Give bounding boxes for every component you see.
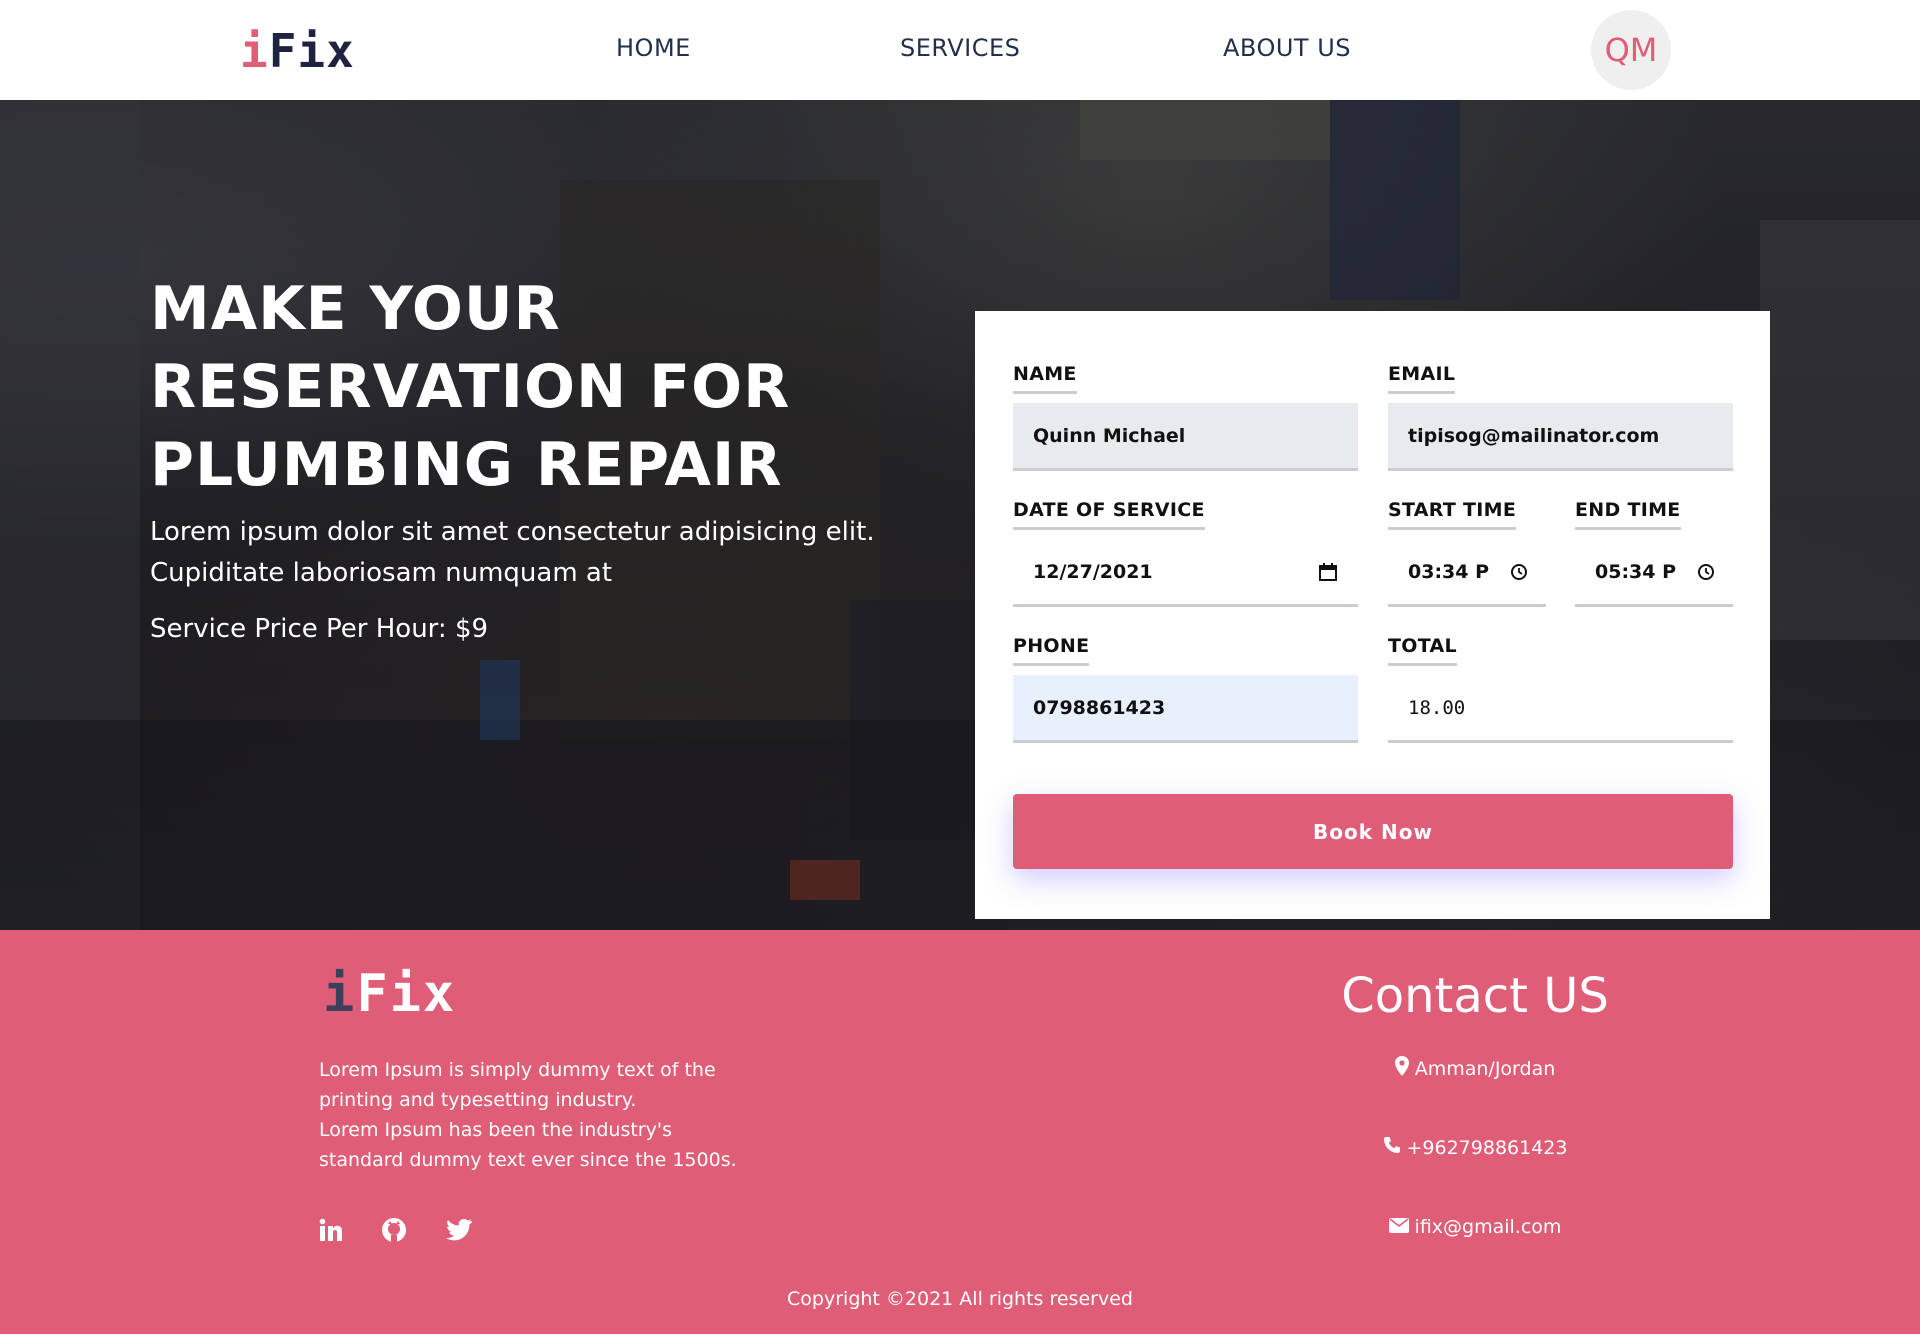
name-value: Quinn Michael xyxy=(1033,424,1186,447)
phone-value: 0798861423 xyxy=(1033,696,1166,719)
total-value: 18.00 xyxy=(1408,696,1466,719)
contact-email: ifix@gmail.com xyxy=(1275,1216,1675,1238)
email-value: tipisog@mailinator.com xyxy=(1408,424,1660,447)
email-text: ifix@gmail.com xyxy=(1414,1216,1562,1238)
contact-title: Contact US xyxy=(1341,968,1609,1024)
total-field: 18.00 xyxy=(1388,675,1733,743)
location-text: Amman/Jordan xyxy=(1414,1057,1556,1080)
user-avatar[interactable]: QM xyxy=(1591,10,1671,90)
hero-description-line-1: Lorem ipsum dolor sit amet consectetur a… xyxy=(150,517,875,547)
footer-logo-text: Fix xyxy=(356,964,457,1024)
hero-section: MAKE YOUR RESERVATION FOR PLUMBING REPAI… xyxy=(0,100,1920,930)
phone-icon xyxy=(1383,1136,1401,1159)
footer-about-line-3: Lorem Ipsum has been the industry's xyxy=(319,1119,672,1141)
book-now-button[interactable]: Book Now xyxy=(1013,794,1733,869)
email-label: EMAIL xyxy=(1388,363,1455,394)
date-label: DATE OF SERVICE xyxy=(1013,499,1205,530)
nav-about-link[interactable]: ABOUT US xyxy=(1223,34,1351,62)
nav-home-link[interactable]: HOME xyxy=(616,34,691,62)
clock-icon[interactable] xyxy=(1697,563,1715,581)
footer-about-line-2: printing and typesetting industry. xyxy=(319,1089,637,1111)
end-time-input[interactable]: 05:34 P xyxy=(1575,539,1733,607)
phone-input[interactable]: 0798861423 xyxy=(1013,675,1358,743)
email-input[interactable]: tipisog@mailinator.com xyxy=(1388,403,1733,471)
contact-location: Amman/Jordan xyxy=(1275,1056,1675,1081)
logo-i: i xyxy=(240,24,269,78)
name-label: NAME xyxy=(1013,363,1077,394)
name-input[interactable]: Quinn Michael xyxy=(1013,403,1358,471)
contact-phone: +962798861423 xyxy=(1275,1136,1675,1159)
hero-title: MAKE YOUR RESERVATION FOR PLUMBING REPAI… xyxy=(150,270,870,504)
hero-title-line-2: RESERVATION FOR xyxy=(150,352,791,422)
nav-services-link[interactable]: SERVICES xyxy=(900,34,1020,62)
github-icon[interactable] xyxy=(379,1215,409,1245)
hero-title-line-3: PLUMBING REPAIR xyxy=(150,430,783,500)
service-price: Service Price Per Hour: $9 xyxy=(150,614,489,644)
logo-text: Fix xyxy=(268,24,355,78)
footer-logo: iFix xyxy=(323,964,456,1024)
navbar: iFix HOME SERVICES ABOUT US QM xyxy=(0,0,1920,100)
start-time-input[interactable]: 03:34 P xyxy=(1388,539,1546,607)
start-time-label: START TIME xyxy=(1388,499,1516,530)
footer-about-line-1: Lorem Ipsum is simply dummy text of the xyxy=(319,1059,716,1081)
copyright: Copyright ©2021 All rights reserved xyxy=(787,1288,1133,1310)
date-value: 12/27/2021 xyxy=(1033,560,1153,583)
start-time-value: 03:34 P xyxy=(1408,560,1490,583)
calendar-icon[interactable] xyxy=(1318,562,1338,582)
twitter-icon[interactable] xyxy=(444,1215,474,1245)
total-label: TOTAL xyxy=(1388,635,1457,666)
footer-logo-i: i xyxy=(323,964,357,1024)
footer-about-line-4: standard dummy text ever since the 1500s… xyxy=(319,1149,737,1171)
hero-title-line-1: MAKE YOUR xyxy=(150,274,561,344)
reservation-form: NAME Quinn Michael EMAIL tipisog@mailina… xyxy=(975,311,1770,919)
clock-icon[interactable] xyxy=(1510,563,1528,581)
linkedin-icon[interactable] xyxy=(316,1215,346,1245)
envelope-icon xyxy=(1388,1216,1409,1238)
phone-text: +962798861423 xyxy=(1406,1136,1568,1159)
brand-logo[interactable]: iFix xyxy=(240,24,355,78)
footer: iFix Lorem Ipsum is simply dummy text of… xyxy=(0,930,1920,1336)
hero-description-line-2: Cupiditate laboriosam numquam at xyxy=(150,558,613,588)
phone-label: PHONE xyxy=(1013,635,1089,666)
date-input[interactable]: 12/27/2021 xyxy=(1013,539,1358,607)
footer-about: Lorem Ipsum is simply dummy text of the … xyxy=(319,1055,739,1175)
end-time-value: 05:34 P xyxy=(1595,560,1677,583)
hero-description: Lorem ipsum dolor sit amet consectetur a… xyxy=(150,512,950,594)
map-marker-icon xyxy=(1394,1056,1409,1081)
end-time-label: END TIME xyxy=(1575,499,1681,530)
